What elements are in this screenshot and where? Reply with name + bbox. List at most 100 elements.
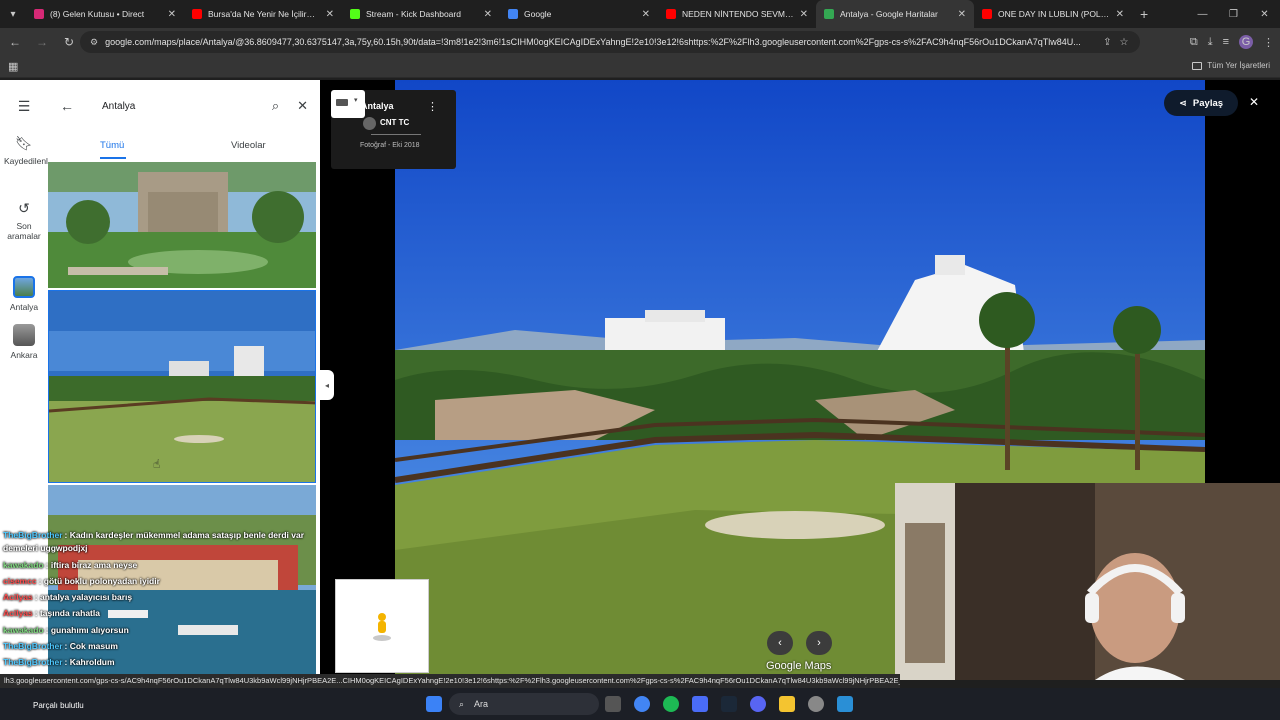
photo-date: Fotoğraf - Eki 2018: [360, 142, 420, 149]
profile-avatar[interactable]: G: [1239, 35, 1253, 49]
streamer-webcam: [895, 483, 1280, 680]
close-tab-icon[interactable]: ✕: [642, 9, 650, 20]
rail-recent-antalya[interactable]: Antalya: [0, 276, 48, 312]
chat-text: : Kahroldum: [64, 657, 115, 667]
browser-tab[interactable]: Bursa'da Ne Yenir Ne İçilir? Bursa ✕: [184, 0, 342, 28]
tab-videos[interactable]: Videolar: [231, 140, 266, 151]
store-icon[interactable]: [692, 696, 708, 712]
bookmark-icon: 🔖︎: [15, 135, 33, 151]
tab-favicon-icon: [34, 9, 44, 19]
close-tab-icon[interactable]: ✕: [326, 9, 334, 20]
forward-icon[interactable]: →: [30, 35, 54, 49]
back-icon[interactable]: ←: [3, 35, 27, 49]
bookmark-star-icon[interactable]: ☆: [1119, 37, 1128, 48]
browser-tab[interactable]: (8) Gelen Kutusu • Direct ✕: [26, 0, 184, 28]
windows-taskbar: Parçalı bulutlu ⌕ Ara: [0, 688, 1280, 720]
pegman-icon: [373, 613, 391, 641]
tab-title: NEDEN NİNTENDO SEVMİYORUZ: [682, 9, 794, 19]
app-icon[interactable]: [808, 696, 824, 712]
author-avatar[interactable]: [363, 117, 376, 130]
apps-grid-icon[interactable]: ▦: [8, 60, 18, 73]
new-tab-icon[interactable]: +: [1140, 6, 1148, 22]
keyboard-shortcuts-button[interactable]: ▾: [331, 90, 365, 118]
photo-thumbnail[interactable]: [48, 162, 316, 288]
antalya-thumbnail: [13, 276, 35, 298]
all-bookmarks-button[interactable]: Tüm Yer İşaretleri: [1192, 61, 1270, 70]
collapse-panel-icon[interactable]: ◂: [320, 370, 334, 400]
file-explorer-icon[interactable]: [779, 696, 795, 712]
history-icon: ↺: [18, 200, 30, 216]
rail-recent-ankara[interactable]: Ankara: [0, 324, 48, 360]
tower-photo: [48, 162, 316, 288]
rail-saved[interactable]: 🔖︎ Kaydedilenler: [0, 135, 56, 166]
photo-info-card: ▾ Antalya ⋮ CNT TC Fotoğraf - Eki 2018: [331, 90, 456, 169]
install-app-icon[interactable]: ⇪: [1103, 37, 1111, 48]
divider: [371, 134, 421, 135]
download-icon[interactable]: ⤓: [1208, 36, 1213, 49]
bookmarks-bar: ▦ Tüm Yer İşaretleri: [0, 56, 1280, 78]
close-tab-icon[interactable]: ✕: [1116, 9, 1124, 20]
discord-icon[interactable]: [750, 696, 766, 712]
close-tab-icon[interactable]: ✕: [168, 9, 176, 20]
reload-icon[interactable]: ↻: [57, 35, 81, 49]
browser-tab[interactable]: Stream - Kick Dashboard ✕: [342, 0, 500, 28]
keyboard-icon: [336, 99, 348, 106]
extensions-icon[interactable]: ⧉: [1190, 36, 1198, 49]
minimize-icon[interactable]: —: [1187, 0, 1218, 28]
tab-title: (8) Gelen Kutusu • Direct: [50, 9, 145, 19]
close-viewer-icon[interactable]: ✕: [1249, 95, 1259, 109]
browser-tab[interactable]: Antalya - Google Haritalar ✕: [816, 0, 974, 28]
chat-username: kawakado: [3, 625, 44, 635]
back-arrow-icon[interactable]: ←: [60, 98, 90, 114]
address-bar[interactable]: ⚙ google.com/maps/place/Antalya/@36.8609…: [80, 31, 1140, 53]
close-tab-icon[interactable]: ✕: [484, 9, 492, 20]
weather-widget[interactable]: Parçalı bulutlu: [8, 692, 84, 710]
weather-label: Parçalı bulutlu: [33, 701, 84, 710]
app-icon[interactable]: [837, 696, 853, 712]
tab-favicon-icon: [666, 9, 676, 19]
rail-recent[interactable]: ↺ Son aramalar: [0, 200, 48, 241]
url-text[interactable]: google.com/maps/place/Antalya/@36.860947…: [105, 37, 1095, 47]
author-name[interactable]: CNT TC: [380, 118, 409, 127]
media-controls-icon[interactable]: ≡: [1223, 36, 1229, 48]
site-info-icon[interactable]: ⚙: [90, 37, 98, 48]
tab-title: Stream - Kick Dashboard: [366, 9, 461, 19]
next-photo-button[interactable]: ›: [806, 631, 832, 655]
menu-kebab-icon[interactable]: ⋮: [1263, 36, 1274, 49]
tab-title: ONE DAY IN LUBLIN (POLAND): [998, 9, 1110, 19]
tab-all[interactable]: Tümü: [100, 140, 124, 151]
search-icon[interactable]: ⌕: [272, 98, 279, 114]
chat-message: TheBigBrother: Cok masum: [3, 641, 118, 651]
photo-thumbnail-selected[interactable]: ☝︎: [48, 290, 316, 483]
maximize-icon[interactable]: ❐: [1218, 0, 1249, 28]
steam-icon[interactable]: [721, 696, 737, 712]
taskbar-search[interactable]: ⌕ Ara: [449, 693, 599, 715]
chat-message: cisemcc: götü boklu polonyadan iyidir: [3, 576, 160, 586]
tab-favicon-icon: [824, 9, 834, 19]
close-tab-icon[interactable]: ✕: [800, 9, 808, 20]
more-options-icon[interactable]: ⋮: [427, 100, 438, 113]
close-tab-icon[interactable]: ✕: [958, 9, 966, 20]
chat-message: TheBigBrother: Kadın kardeşler mükemmel …: [3, 530, 304, 540]
browser-tab[interactable]: Google ✕: [500, 0, 658, 28]
search-input[interactable]: Antalya: [102, 101, 272, 112]
pegman-minimap[interactable]: [335, 579, 429, 673]
all-bookmarks-label: Tüm Yer İşaretleri: [1207, 61, 1270, 70]
menu-hamburger-icon[interactable]: ☰: [0, 98, 48, 119]
share-button[interactable]: ⋖ Paylaş: [1164, 90, 1238, 116]
previous-photo-button[interactable]: ‹: [767, 631, 793, 655]
chat-message: TheBigBrother: Kahroldum: [3, 657, 115, 667]
search-box: ← Antalya ⌕ ✕: [60, 92, 308, 120]
tab-favicon-icon: [982, 9, 992, 19]
browser-tab[interactable]: NEDEN NİNTENDO SEVMİYORUZ ✕: [658, 0, 816, 28]
tab-title: Google: [524, 9, 552, 19]
tab-search-dropdown-icon[interactable]: ▾: [0, 0, 26, 28]
spotify-icon[interactable]: [663, 696, 679, 712]
windows-start-icon[interactable]: [426, 696, 442, 712]
photo-place-title[interactable]: Antalya: [361, 101, 394, 111]
chrome-icon[interactable]: [634, 696, 650, 712]
close-window-icon[interactable]: ✕: [1249, 0, 1280, 28]
task-view-icon[interactable]: [605, 696, 621, 712]
clear-search-icon[interactable]: ✕: [297, 98, 308, 114]
browser-tab[interactable]: ONE DAY IN LUBLIN (POLAND) ✕: [974, 0, 1132, 28]
